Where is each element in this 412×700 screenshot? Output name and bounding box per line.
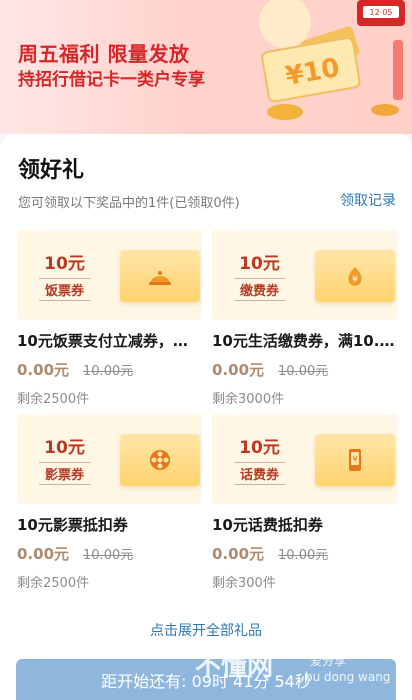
stock-remaining: 剩余2500件 [17,392,90,407]
gift-grid: 10元 饭票券 10元饭票支付立减券，满… 0.00元 10.00元 剩余250… [17,230,397,598]
ticket-graphic [120,250,200,302]
gift-thumbnail: 10元 缴费券 ¥ [212,230,397,320]
current-price: 0.00元 [17,361,70,379]
ticket-graphic: ¥ [315,250,395,302]
gift-item-bill[interactable]: 10元 缴费券 ¥ 10元生活缴费券，满10.0… 0.00元 10.00元 剩… [212,230,397,414]
thumb-amount: 10元 [239,438,280,458]
gift-thumbnail: 10元 话费券 ¥ [212,414,397,504]
banner-title: 周五福利 限量发放 [18,42,190,66]
thumb-type: 饭票券 [38,278,90,301]
gift-item-food[interactable]: 10元 饭票券 10元饭票支付立减券，满… 0.00元 10.00元 剩余250… [17,230,202,414]
ticket-graphic: ¥ [315,434,395,486]
ticket-graphic [120,434,200,486]
thumb-type: 话费券 [233,462,285,485]
money-bag-icon: ¥ [348,267,362,286]
price-row: 0.00元 10.00元 [17,543,202,564]
original-price: 10.00元 [278,364,329,379]
gift-title: 10元话费抵扣券 [212,516,323,534]
countdown-button[interactable]: 距开始还有: 09时 41分 54秒 [16,659,396,700]
current-price: 0.00元 [17,545,70,563]
thumb-label: 10元 话费券 [212,414,307,504]
phone-yen-icon: ¥ [349,449,361,471]
thumb-type: 影票券 [38,462,90,485]
svg-text:¥: ¥ [352,455,357,464]
stock-remaining: 剩余300件 [212,576,276,591]
gift-item-movie[interactable]: 10元 影票券 10元影票抵扣券 0.00元 10.00元 剩余2500件 [17,414,202,598]
current-price: 0.00元 [212,545,265,563]
thumb-label: 10元 影票券 [17,414,112,504]
gift-title: 10元影票抵扣券 [17,516,128,534]
gift-title: 10元饭票支付立减券，满… [17,332,202,350]
thumb-amount: 10元 [44,254,85,274]
section-title: 领好礼 [18,158,85,183]
original-price: 10.00元 [83,364,134,379]
expand-all-gifts-link[interactable]: 点击展开全部礼品 [0,620,412,640]
stock-remaining: 剩余2500件 [17,576,90,591]
badge-text: 12·05 [370,8,393,17]
thumb-amount: 10元 [239,254,280,274]
thumb-label: 10元 饭票券 [17,230,112,320]
section-subtitle: 您可领取以下奖品中的1件(已领取0件) [18,196,240,211]
thumb-type: 缴费券 [233,278,285,301]
price-row: 0.00元 10.00元 [17,359,202,380]
current-price: 0.00元 [212,361,265,379]
promo-banner[interactable]: 周五福利 限量发放 持招行借记卡一类户专享 ¥5 ¥10 12·05 [0,0,412,134]
banner-subtitle: 持招行借记卡一类户专享 [18,70,205,90]
food-cloche-icon [149,271,171,285]
gift-title: 10元生活缴费券，满10.0… [212,332,397,350]
stock-remaining: 剩余3000件 [212,392,285,407]
price-row: 0.00元 10.00元 [212,543,397,564]
original-price: 10.00元 [278,548,329,563]
price-row: 0.00元 10.00元 [212,359,397,380]
gift-thumbnail: 10元 影票券 [17,414,202,504]
gift-item-phone[interactable]: 10元 话费券 ¥ 10元话费抵扣券 0.00元 10.00元 剩余300件 [212,414,397,598]
film-reel-icon [150,450,170,470]
svg-text:¥: ¥ [352,275,358,285]
original-price: 10.00元 [83,548,134,563]
claim-history-link[interactable]: 领取记录 [340,190,396,210]
gift-card-panel: 领好礼 您可领取以下奖品中的1件(已领取0件) 领取记录 10元 饭票券 10元… [0,134,412,700]
gift-thumbnail: 10元 饭票券 [17,230,202,320]
coupon-illustration: ¥5 ¥10 12·05 [259,0,405,120]
thumb-amount: 10元 [44,438,85,458]
thumb-label: 10元 缴费券 [212,230,307,320]
countdown-text: 距开始还有: 09时 41分 54秒 [101,671,311,691]
calendar-badge-icon: 12·05 [357,0,405,26]
